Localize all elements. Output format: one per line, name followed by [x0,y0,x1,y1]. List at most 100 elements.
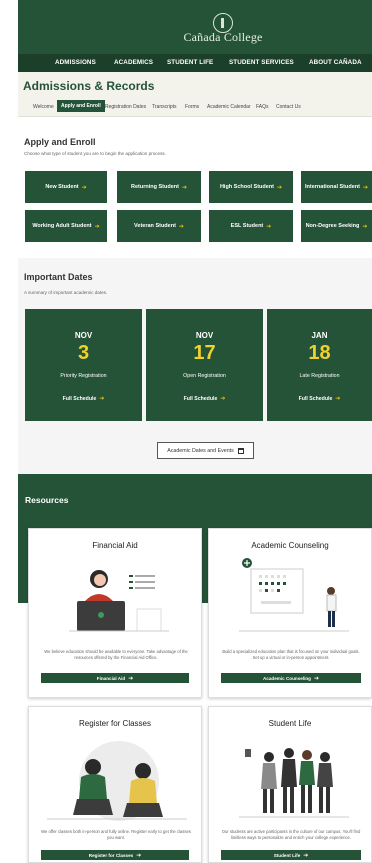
date-month: NOV [195,331,214,340]
arrow-right-icon: ➔ [128,675,134,682]
date-label: Late Registration [299,373,340,379]
arrow-right-icon: ➔ [266,223,272,230]
card-description: We offer classes both in-person and full… [41,829,191,840]
date-day: 3 [77,342,90,364]
resource-card-student-life: Student Life Our students are active par… [208,706,372,863]
academic-dates-button[interactable]: Academic Dates and Events [157,442,254,459]
nav-student-services[interactable]: STUDENT SERVICES [229,59,294,66]
link-label: Full Schedule [183,396,218,402]
arrow-right-icon: ➔ [362,184,369,191]
veteran-student-button[interactable]: Veteran Student ➔ [117,210,201,242]
subnav-welcome[interactable]: Welcome [33,104,54,110]
logo-text: Cañada College [183,30,263,44]
register-for-classes-button[interactable]: Register for Classes ➔ [41,850,189,860]
arrow-right-icon: ➔ [335,396,341,402]
button-label: Veteran Student [134,223,176,229]
full-schedule-link[interactable]: Full Schedule ➔ [25,395,142,402]
counseling-illustration [239,558,349,632]
dates-title: Important Dates [24,272,93,282]
student-life-button[interactable]: Student Life ➔ [221,850,361,860]
date-label: Open Registration [183,373,226,379]
apply-subtitle: Choose what type of student you are to b… [24,151,166,156]
arrow-right-icon: ➔ [362,223,368,230]
button-label: High School Student [219,184,275,190]
non-degree-seeking-button[interactable]: Non-Degree Seeking ➔ [301,210,372,242]
main-nav: ADMISSIONS ACADEMICS STUDENT LIFE STUDEN… [18,54,372,72]
subnav-forms[interactable]: Forms [185,104,199,110]
nav-academics[interactable]: ACADEMICS [114,59,153,66]
full-schedule-link[interactable]: Full Schedule ➔ [146,395,263,402]
arrow-right-icon: ➔ [99,396,105,402]
date-label: Priority Registration [60,373,107,379]
title-band: Admissions & Records [18,72,372,99]
date-card-open: NOV 17 Open Registration Full Schedule ➔ [146,309,263,421]
arrow-right-icon: ➔ [178,223,184,230]
card-title: Financial Aid [92,541,138,550]
academic-counseling-button[interactable]: Academic Counseling ➔ [221,673,361,683]
calendar-icon [237,447,244,454]
student-life-illustration [239,748,349,818]
subnav-faqs[interactable]: FAQs [256,104,269,110]
button-label: International Student [304,184,360,190]
link-label: Full Schedule [62,396,97,402]
arrow-right-icon: ➔ [313,675,320,682]
button-label: Academic Dates and Events [167,447,234,454]
new-student-button[interactable]: New Student ➔ [25,171,107,203]
card-description: Our students are active participants in … [221,829,361,840]
working-adult-student-button[interactable]: Working Adult Student ➔ [25,210,107,242]
button-label: Financial Aid [96,675,126,681]
apply-title: Apply and Enroll [24,137,96,147]
nav-admissions[interactable]: ADMISSIONS [55,59,96,66]
button-label: ESL Student [230,223,264,229]
international-student-button[interactable]: International Student ➔ [301,171,372,203]
date-month: NOV [74,331,93,340]
resource-card-register: Register for Classes We offer classes bo… [28,706,202,863]
arrow-right-icon: ➔ [136,852,142,859]
nav-about[interactable]: ABOUT CAÑADA [309,59,362,66]
full-schedule-link[interactable]: Full Schedule ➔ [267,395,372,402]
date-day: 18 [308,342,331,364]
sub-navigation: Welcome Apply and Enroll Registration Da… [18,99,372,117]
arrow-right-icon: ➔ [303,852,309,859]
arrow-right-icon: ➔ [81,184,87,191]
subnav-contact-us[interactable]: Contact Us [276,104,301,110]
button-label: Academic Counseling [262,675,311,681]
date-card-late: JAN 18 Late Registration Full Schedule ➔ [267,309,372,421]
subnav-registration-dates[interactable]: Registration Dates [105,104,146,110]
subnav-academic-calendar[interactable]: Academic Calendar [207,104,251,110]
subnav-transcripts[interactable]: Transcripts [152,104,177,110]
financial-aid-button[interactable]: Financial Aid ➔ [41,673,189,683]
subnav-apply-enroll[interactable]: Apply and Enroll [57,100,105,112]
resource-card-academic-counseling: Academic Counseling Build a specialized … [208,528,372,698]
arrow-right-icon: ➔ [181,184,187,191]
arrow-right-icon: ➔ [277,184,283,191]
date-month: JAN [311,331,328,340]
button-label: Returning Student [131,184,179,190]
resources-title: Resources [25,495,69,505]
button-label: Working Adult Student [32,223,92,229]
link-label: Full Schedule [298,396,333,402]
arrow-right-icon: ➔ [94,223,100,230]
arrow-right-icon: ➔ [220,396,226,402]
card-description: Build a specialized education plan that … [222,649,360,660]
financial-aid-illustration [69,570,169,632]
date-card-priority: NOV 3 Priority Registration Full Schedul… [25,309,142,421]
site-header: Cañada College [18,0,372,54]
page-title: Admissions & Records [23,79,155,93]
card-title: Register for Classes [78,719,152,728]
button-label: New Student [45,184,79,190]
button-label: Register for Classes [88,852,134,858]
nav-student-life[interactable]: STUDENT LIFE [167,59,213,66]
returning-student-button[interactable]: Returning Student ➔ [117,171,201,203]
card-title: Academic Counseling [251,541,329,550]
button-label: Non-Degree Seeking [305,223,360,229]
college-logo[interactable]: Cañada College [183,13,263,45]
high-school-student-button[interactable]: High School Student ➔ [209,171,293,203]
esl-student-button[interactable]: ESL Student ➔ [209,210,293,242]
register-illustration [47,741,187,821]
button-label: Student Life [273,852,301,858]
card-description: We believe education should be available… [44,649,188,660]
resource-card-financial-aid: Financial Aid We believe education shoul… [28,528,202,698]
date-day: 17 [193,342,216,364]
card-title: Student Life [268,719,312,728]
